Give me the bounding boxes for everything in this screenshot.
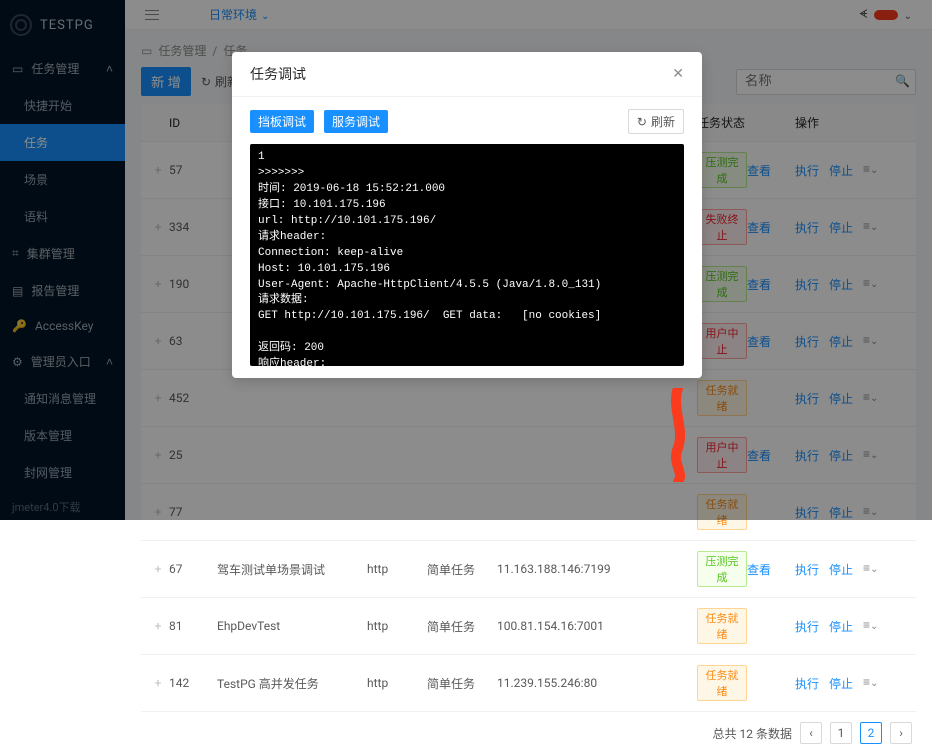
status-badge: 任务就绪 [697, 665, 747, 701]
expand-icon[interactable]: + [147, 676, 169, 690]
console-output[interactable]: 1 >>>>>>> 时间: 2019-06-18 15:52:21.000 接口… [250, 144, 684, 366]
cell-id: 67 [169, 562, 217, 576]
cell-type: 简单任务 [427, 618, 497, 635]
cell-type: 简单任务 [427, 675, 497, 692]
table-row: +142TestPG 高并发任务http简单任务11.239.155.246:8… [141, 655, 916, 712]
expand-icon[interactable]: + [147, 562, 169, 576]
pager-next[interactable]: › [890, 722, 912, 744]
cell-proto: http [367, 619, 427, 633]
pager-total: 总共 12 条数据 [713, 725, 792, 742]
table-row: +81EhpDevTesthttp简单任务100.81.154.16:7001 任… [141, 598, 916, 655]
debug-modal: 任务调试 ✕ 挡板调试 服务调试 ↻刷新 1 >>>>>>> 时间: 2019-… [232, 52, 702, 378]
pager: 总共 12 条数据 ‹ 1 2 › [141, 712, 916, 754]
pager-prev[interactable]: ‹ [800, 722, 822, 744]
cell-type: 简单任务 [427, 561, 497, 578]
run-link[interactable]: 执行 [795, 618, 819, 635]
cell-addr: 100.81.154.16:7001 [497, 619, 637, 633]
tab-board-debug[interactable]: 挡板调试 [250, 110, 314, 133]
stop-link[interactable]: 停止 [829, 618, 853, 635]
more-icon[interactable]: ≡ [863, 675, 878, 692]
tab-service-debug[interactable]: 服务调试 [324, 110, 388, 133]
run-link[interactable]: 执行 [795, 561, 819, 578]
more-icon[interactable]: ≡ [863, 618, 878, 635]
cell-id: 142 [169, 676, 217, 690]
cell-name: 驾车测试单场景调试 [217, 561, 367, 578]
more-icon[interactable]: ≡ [863, 561, 878, 578]
expand-icon[interactable]: + [147, 619, 169, 633]
modal-title: 任务调试 [250, 64, 306, 84]
close-icon[interactable]: ✕ [672, 66, 684, 82]
stop-link[interactable]: 停止 [829, 561, 853, 578]
stop-link[interactable]: 停止 [829, 675, 853, 692]
cell-proto: http [367, 676, 427, 690]
cell-name: EhpDevTest [217, 619, 367, 633]
status-badge: 压测完成 [697, 551, 747, 587]
pager-page-1[interactable]: 1 [830, 722, 852, 744]
refresh-icon: ↻ [637, 115, 647, 129]
cell-addr: 11.163.188.146:7199 [497, 562, 637, 576]
run-link[interactable]: 执行 [795, 675, 819, 692]
cell-proto: http [367, 562, 427, 576]
pager-page-2[interactable]: 2 [860, 722, 882, 744]
status-badge: 任务就绪 [697, 608, 747, 644]
modal-refresh-button[interactable]: ↻刷新 [628, 109, 684, 134]
table-row: +67驾车测试单场景调试http简单任务11.163.188.146:7199 压… [141, 541, 916, 598]
cell-addr: 11.239.155.246:80 [497, 676, 637, 690]
view-link[interactable]: 查看 [747, 563, 771, 577]
cell-name: TestPG 高并发任务 [217, 675, 367, 692]
cell-id: 81 [169, 619, 217, 633]
